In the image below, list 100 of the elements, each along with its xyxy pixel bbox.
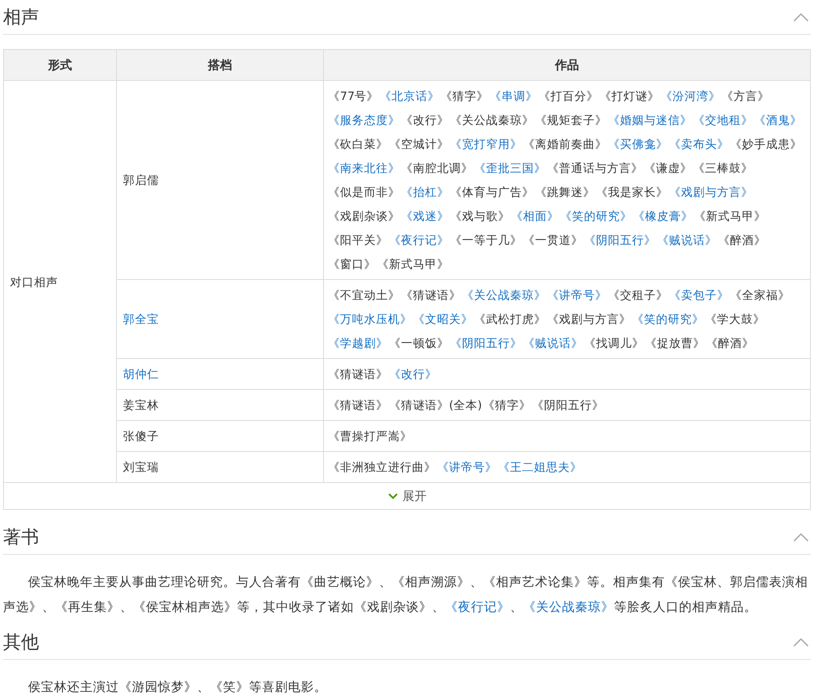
work-title: 《空城计》	[389, 137, 449, 151]
work-title: 《猜字》	[440, 89, 489, 103]
work-link[interactable]: 《歪批三国》	[474, 161, 546, 175]
work-title: 《不宜动土》	[328, 288, 400, 302]
work-title: 《我是家长》	[596, 185, 668, 199]
work-link[interactable]: 《阴阳五行》	[584, 233, 656, 247]
work-title: 《窗口》	[328, 257, 376, 271]
work-title: 《新式马甲》	[377, 257, 449, 271]
table-cell: 对口相声	[4, 80, 116, 482]
work-link[interactable]: 《服务态度》	[328, 113, 400, 127]
work-link[interactable]: 《夜行记》	[389, 233, 449, 247]
work-title: 《离婚前奏曲》	[523, 137, 607, 151]
work-title: 《猜谜语》(全本)	[389, 398, 482, 412]
column-header: 形式	[4, 50, 116, 80]
work-link[interactable]: 《笑的研究》	[632, 312, 704, 326]
work-link[interactable]: 《学越剧》	[328, 336, 388, 350]
work-link[interactable]: 《戏剧与方言》	[669, 185, 753, 199]
work-link[interactable]: 《汾河湾》	[660, 89, 721, 103]
work-title: 《妙手成患》	[730, 137, 802, 151]
collapse-icon[interactable]	[793, 12, 809, 22]
work-title: 《规矩套子》	[535, 113, 607, 127]
work-link[interactable]: 《笑的研究》	[560, 209, 632, 223]
work-title: 《猜谜语》	[401, 288, 461, 302]
paragraph: 侯宝林还主演过《游园惊梦》、《笑》等喜剧电影。	[27, 678, 328, 696]
work-title: 《戏与歌》	[450, 209, 510, 223]
work-title: 《阳平关》	[328, 233, 388, 247]
work-title: 《体育与广告》	[450, 185, 534, 199]
work-title: 《一顿饭》	[389, 336, 449, 350]
work-title: 《一贯道》	[523, 233, 583, 247]
work-link[interactable]: 《橡皮膏》	[633, 209, 693, 223]
work-link[interactable]: 《卖包子》	[669, 288, 729, 302]
work-title: 《交租子》	[608, 288, 668, 302]
text-link[interactable]: 《关公战秦琼》	[523, 599, 614, 614]
work-link[interactable]: 《串调》	[490, 89, 538, 103]
work-title: 《曹操打严嵩》	[328, 429, 412, 443]
section-title: 其他	[3, 631, 39, 654]
work-title: 《戏剧与方言》	[547, 312, 631, 326]
work-link[interactable]: 《戏迷》	[401, 209, 449, 223]
work-link[interactable]: 《酒鬼》	[754, 113, 802, 127]
work-link[interactable]: 《婚姻与迷信》	[608, 113, 692, 127]
work-title: 《阴阳五行》	[532, 398, 604, 412]
partner-name: 姜宝林	[123, 398, 159, 412]
work-title: 《三棒鼓》	[693, 161, 753, 175]
work-link[interactable]: 《北京话》	[380, 89, 440, 103]
work-link[interactable]: 《卖布头》	[669, 137, 729, 151]
work-title: 《武松打虎》	[474, 312, 546, 326]
work-link[interactable]: 《交地租》	[693, 113, 753, 127]
chevron-down-icon	[388, 492, 398, 500]
work-link[interactable]: 《关公战秦琼》	[462, 288, 546, 302]
work-link[interactable]: 《宽打窄用》	[450, 137, 522, 151]
column-header: 作品	[324, 50, 810, 80]
column-header: 搭档	[116, 50, 324, 80]
work-title: 《似是而非》	[328, 185, 400, 199]
work-title: 《打灯谜》	[600, 89, 660, 103]
work-title: 《猜字》	[482, 398, 531, 412]
work-title: 《跳舞迷》	[535, 185, 595, 199]
work-title: 《醉酒》	[706, 336, 754, 350]
work-link[interactable]: 《抬杠》	[401, 185, 449, 199]
work-title: 《学大鼓》	[705, 312, 765, 326]
collapse-icon[interactable]	[793, 532, 809, 542]
work-title: 《非洲独立进行曲》	[328, 460, 436, 474]
partner-link[interactable]: 胡仲仁	[123, 367, 159, 381]
section-title: 相声	[3, 6, 39, 29]
work-link[interactable]: 《南来北往》	[328, 161, 400, 175]
work-link[interactable]: 《相面》	[511, 209, 559, 223]
work-title: 《找调儿》	[584, 336, 644, 350]
work-link[interactable]: 《万吨水压机》	[328, 312, 412, 326]
work-title: 《改行》	[401, 113, 449, 127]
work-title: 《南腔北调》	[401, 161, 473, 175]
partner-name: 张傻子	[123, 429, 159, 443]
work-link[interactable]: 《阴阳五行》	[450, 336, 522, 350]
work-title: 《打百分》	[538, 89, 599, 103]
partner-link[interactable]: 郭全宝	[123, 312, 159, 326]
work-title: 《戏剧杂谈》	[328, 209, 400, 223]
work-title: 《普通话与方言》	[547, 161, 643, 175]
section-title: 著书	[3, 526, 39, 549]
work-title: 《新式马甲》	[694, 209, 766, 223]
work-title: 《方言》	[722, 89, 770, 103]
work-title: 《一等于几》	[450, 233, 522, 247]
work-title: 《砍白菜》	[328, 137, 388, 151]
work-title: 《谦虚》	[644, 161, 692, 175]
work-link[interactable]: 《改行》	[389, 367, 437, 381]
partner-name: 郭启儒	[123, 173, 159, 187]
work-link[interactable]: 《贼说话》	[523, 336, 583, 350]
partner-name: 刘宝瑞	[123, 460, 159, 474]
work-title: 《全家福》	[730, 288, 790, 302]
work-title: 《关公战秦琼》	[450, 113, 534, 127]
work-link[interactable]: 《讲帝号》	[437, 460, 497, 474]
work-link[interactable]: 《文昭关》	[413, 312, 473, 326]
text-link[interactable]: 《夜行记》	[445, 599, 510, 614]
work-link[interactable]: 《王二姐思夫》	[498, 460, 582, 474]
work-link[interactable]: 《买佛龛》	[608, 137, 668, 151]
work-title: 《醉酒》	[718, 233, 766, 247]
work-title: 《77号》	[328, 89, 379, 103]
work-link[interactable]: 《讲帝号》	[547, 288, 607, 302]
work-title: 《猜谜语》	[328, 367, 388, 381]
collapse-icon[interactable]	[793, 637, 809, 647]
work-title: 《捉放曹》	[645, 336, 705, 350]
work-link[interactable]: 《贼说话》	[657, 233, 717, 247]
work-title: 《猜谜语》	[328, 398, 388, 412]
